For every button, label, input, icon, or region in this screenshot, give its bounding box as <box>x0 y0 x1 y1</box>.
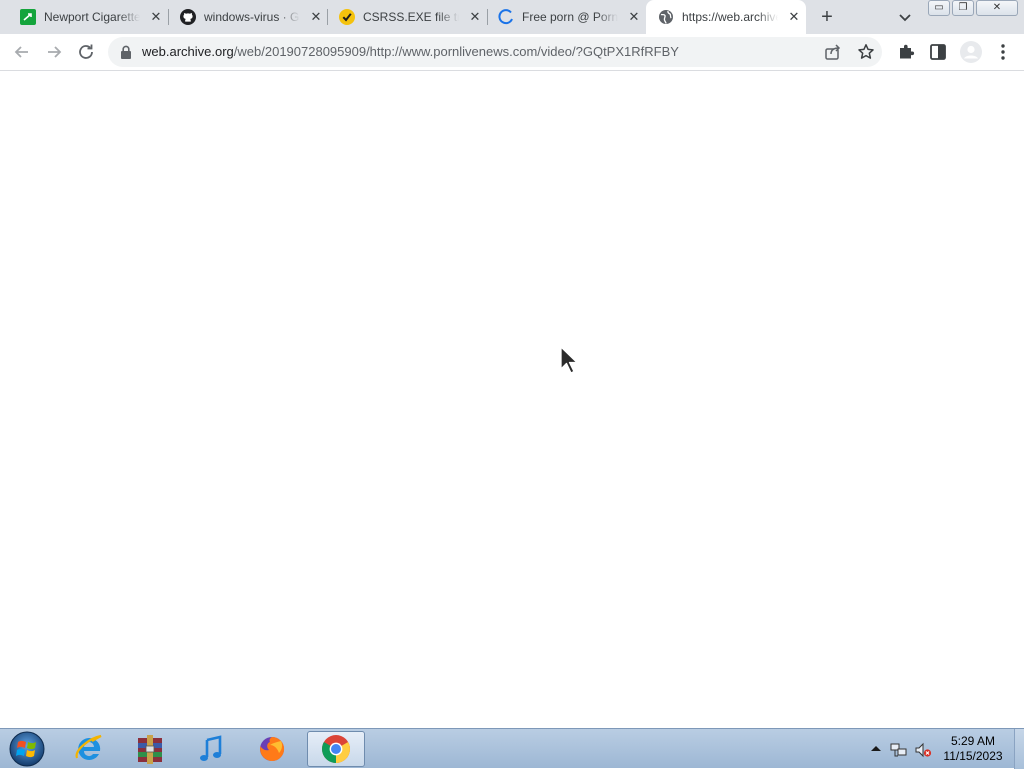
url-text: web.archive.org/web/20190728095909/http:… <box>142 44 679 60</box>
close-window-button[interactable]: ✕ <box>976 0 1018 16</box>
taskbar-firefox[interactable] <box>243 731 301 767</box>
tab-title: https://web.archive.org <box>682 10 778 24</box>
restore-button[interactable]: ❐ <box>952 0 974 16</box>
lock-icon <box>120 45 132 59</box>
newport-favicon-icon <box>20 9 36 25</box>
forward-arrow-icon <box>48 46 62 58</box>
tab-close-icon[interactable]: ✕ <box>148 9 164 25</box>
profile-avatar-icon[interactable] <box>959 40 983 64</box>
back-arrow-icon <box>14 46 28 58</box>
taskbar-winrar[interactable] <box>121 731 179 767</box>
windows-orb-icon <box>9 731 45 767</box>
tab-loading[interactable]: Free porn @ Porn ✕ <box>486 0 646 34</box>
tab-title: Newport Cigarettes <box>44 10 140 24</box>
url-path: /web/20190728095909/http://www.pornliven… <box>233 44 679 59</box>
tab-close-icon[interactable]: ✕ <box>467 9 483 25</box>
reload-button[interactable] <box>74 40 98 64</box>
back-button[interactable] <box>10 40 34 64</box>
page-content[interactable] <box>0 71 1024 728</box>
address-bar[interactable]: web.archive.org/web/20190728095909/http:… <box>108 37 882 67</box>
tab-close-icon[interactable]: ✕ <box>626 9 642 25</box>
side-panel-icon[interactable] <box>928 42 948 62</box>
taskbar-internet-explorer[interactable] <box>60 731 118 767</box>
internet-explorer-icon <box>75 734 102 760</box>
forward-button[interactable] <box>42 40 66 64</box>
winrar-archive-icon <box>138 735 162 764</box>
volume-muted-icon[interactable] <box>914 741 932 758</box>
windows-taskbar: 5:29 AM 11/15/2023 <box>0 728 1024 769</box>
clock-date: 11/15/2023 <box>943 749 1003 763</box>
network-icon[interactable] <box>890 741 907 757</box>
taskbar-itunes[interactable] <box>182 731 240 767</box>
tab-close-icon[interactable]: ✕ <box>786 9 802 25</box>
tab-search-chevron-icon[interactable] <box>894 6 916 28</box>
url-host: web.archive.org <box>142 44 234 59</box>
itunes-music-note-icon <box>200 735 222 761</box>
minimize-button[interactable]: ▭ <box>928 0 950 16</box>
window-controls: ▭ ❐ ✕ <box>928 0 1020 18</box>
tab-title: Free porn @ Porn <box>522 10 618 24</box>
tab-strip: Newport Cigarettes ✕ windows-virus · Git… <box>0 0 1024 34</box>
mouse-cursor-icon <box>560 346 578 374</box>
tab-web-archive[interactable]: https://web.archive.org ✕ <box>646 0 806 34</box>
chrome-icon <box>322 735 350 763</box>
browser-toolbar: web.archive.org/web/20190728095909/http:… <box>0 34 1024 71</box>
start-button[interactable] <box>4 730 50 768</box>
github-favicon-icon <box>180 9 196 25</box>
new-tab-button[interactable]: + <box>815 5 839 29</box>
show-hidden-icons-arrow-icon[interactable] <box>868 741 884 757</box>
checkmark-favicon-icon <box>339 9 355 25</box>
globe-favicon-icon <box>658 9 674 25</box>
taskbar-chrome[interactable] <box>307 731 365 767</box>
system-clock[interactable]: 5:29 AM 11/15/2023 <box>935 734 1011 764</box>
tab-title: windows-virus · GitHub <box>204 10 300 24</box>
tab-csrss[interactable]: CSRSS.EXE file trojan ✕ <box>327 0 487 34</box>
tab-title: CSRSS.EXE file trojan <box>363 10 459 24</box>
extensions-puzzle-icon[interactable] <box>896 42 916 62</box>
reload-icon <box>79 44 93 59</box>
firefox-icon <box>260 736 285 761</box>
menu-kebab-icon[interactable] <box>993 42 1013 62</box>
tab-close-icon[interactable]: ✕ <box>308 9 324 25</box>
share-icon[interactable] <box>824 43 842 61</box>
tab-github[interactable]: windows-virus · GitHub ✕ <box>168 0 328 34</box>
show-desktop-button[interactable] <box>1014 729 1024 769</box>
bookmark-star-icon[interactable] <box>857 43 875 61</box>
loading-spinner-icon <box>498 9 514 25</box>
clock-time: 5:29 AM <box>950 734 996 748</box>
tab-newport[interactable]: Newport Cigarettes ✕ <box>8 0 168 34</box>
